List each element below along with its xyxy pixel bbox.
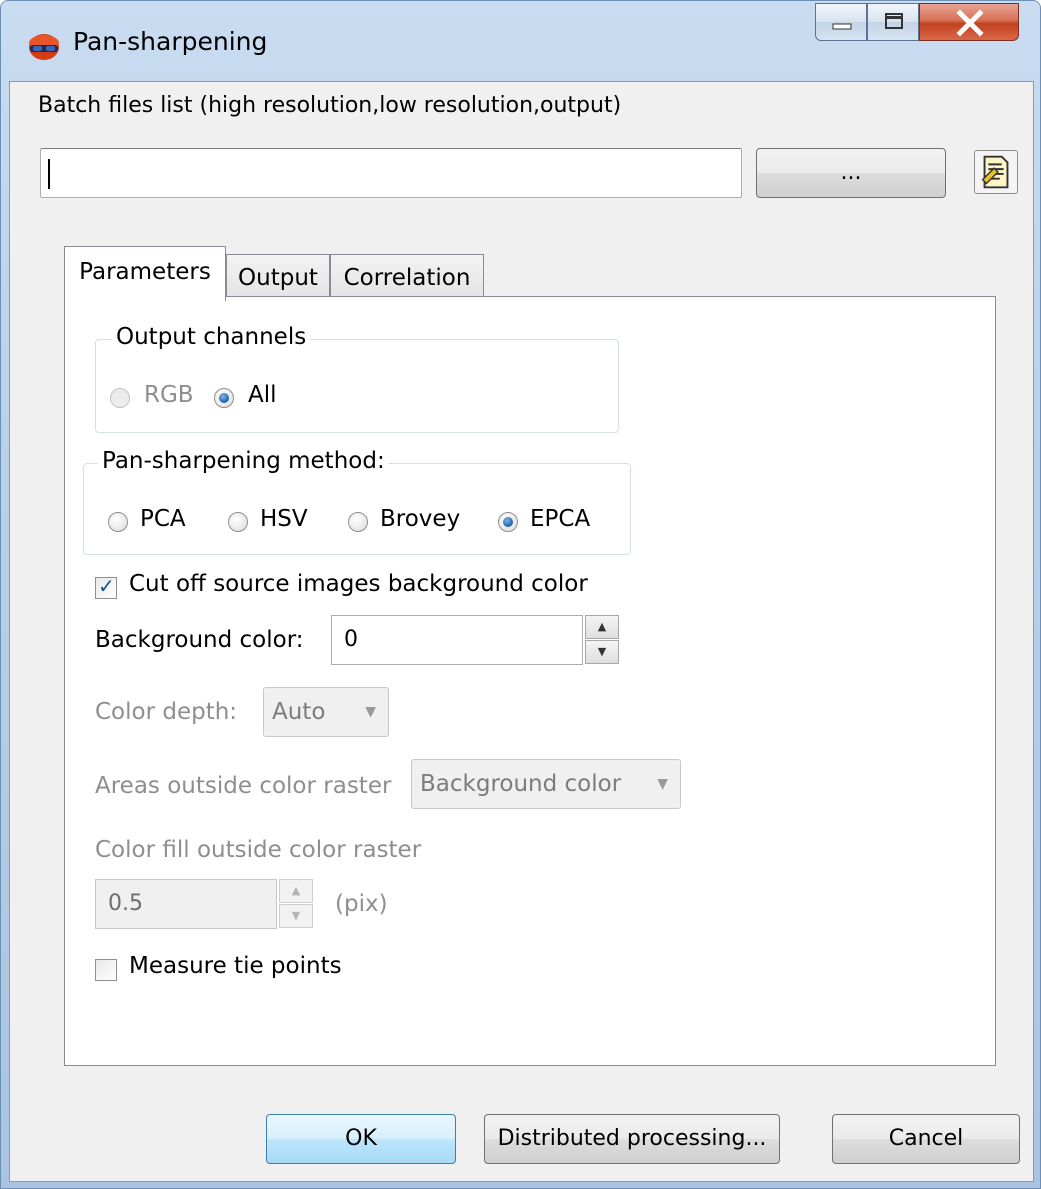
maximize-button[interactable] xyxy=(867,3,919,41)
cut-off-background-label: Cut off source images background color xyxy=(129,571,588,597)
areas-outside-select[interactable]: Background color ▼ xyxy=(411,759,681,809)
output-channels-group: Output channels RGB All xyxy=(95,324,619,433)
rgb-radio[interactable] xyxy=(110,388,130,408)
tab-correlation[interactable]: Correlation xyxy=(330,254,484,300)
parameters-panel: Output channels RGB All Pan-sharpening m… xyxy=(64,296,996,1066)
measure-tie-points-checkbox[interactable] xyxy=(95,959,117,981)
output-channels-title: Output channels xyxy=(112,324,311,350)
areas-outside-label: Areas outside color raster xyxy=(95,773,392,799)
batch-files-input[interactable] xyxy=(40,148,742,198)
batch-file-icon xyxy=(981,155,1009,189)
spin-down-icon[interactable]: ▼ xyxy=(585,640,619,664)
color-fill-input[interactable]: 0.5 xyxy=(95,879,277,929)
cancel-button[interactable]: Cancel xyxy=(832,1114,1020,1164)
color-depth-value: Auto xyxy=(272,699,326,725)
maximize-icon xyxy=(885,13,903,29)
areas-outside-value: Background color xyxy=(420,771,622,797)
brovey-radio[interactable] xyxy=(348,512,368,532)
window-title: Pan-sharpening xyxy=(73,27,268,56)
pan-sharpening-window: Pan-sharpening Batch files list (high re… xyxy=(0,0,1041,1189)
close-button[interactable] xyxy=(919,3,1019,41)
epca-radio[interactable] xyxy=(498,512,518,532)
batch-files-label: Batch files list (high resolution,low re… xyxy=(38,93,622,118)
dialog-client-area: Batch files list (high resolution,low re… xyxy=(9,81,1034,1182)
caption-buttons xyxy=(815,3,1035,43)
color-fill-spinner[interactable]: ▲ ▼ xyxy=(279,879,313,929)
rgb-label: RGB xyxy=(144,382,194,408)
pca-label: PCA xyxy=(140,506,186,532)
browse-button[interactable]: ... xyxy=(756,148,946,198)
cut-off-background-checkbox[interactable]: ✓ xyxy=(95,574,117,599)
all-radio[interactable] xyxy=(214,388,234,408)
ok-button[interactable]: OK xyxy=(266,1114,456,1164)
minimize-button[interactable] xyxy=(815,3,867,41)
epca-label: EPCA xyxy=(530,506,591,532)
spin-down-icon[interactable]: ▼ xyxy=(279,904,313,928)
tab-output[interactable]: Output xyxy=(226,254,330,300)
pan-sharpening-method-group: Pan-sharpening method: PCA HSV Brovey EP… xyxy=(83,448,631,555)
chevron-down-icon: ▼ xyxy=(365,704,376,720)
hsv-radio[interactable] xyxy=(228,512,248,532)
chevron-down-icon: ▼ xyxy=(657,776,668,792)
color-depth-label: Color depth: xyxy=(95,699,238,725)
check-mark-icon: ✓ xyxy=(98,574,115,598)
title-bar[interactable]: Pan-sharpening xyxy=(1,1,1040,81)
batch-list-file-button[interactable] xyxy=(974,150,1018,194)
brovey-label: Brovey xyxy=(380,506,461,532)
pca-radio[interactable] xyxy=(108,512,128,532)
distributed-processing-button[interactable]: Distributed processing... xyxy=(484,1114,780,1164)
measure-tie-points-label: Measure tie points xyxy=(129,953,342,979)
spin-up-icon[interactable]: ▲ xyxy=(279,879,313,903)
close-icon xyxy=(956,9,984,37)
method-title: Pan-sharpening method: xyxy=(98,448,389,474)
minimize-icon xyxy=(832,23,852,30)
background-color-input[interactable]: 0 xyxy=(331,615,583,665)
text-caret xyxy=(48,159,50,189)
hsv-label: HSV xyxy=(260,506,308,532)
all-label: All xyxy=(248,382,277,408)
spin-up-icon[interactable]: ▲ xyxy=(585,615,619,639)
background-color-spinner[interactable]: ▲ ▼ xyxy=(585,615,619,665)
color-depth-select[interactable]: Auto ▼ xyxy=(263,687,389,737)
app-icon xyxy=(29,34,59,60)
background-color-label: Background color: xyxy=(95,627,304,653)
color-fill-unit: (pix) xyxy=(335,891,388,917)
color-fill-label: Color fill outside color raster xyxy=(95,837,422,863)
tab-parameters[interactable]: Parameters xyxy=(64,246,226,301)
